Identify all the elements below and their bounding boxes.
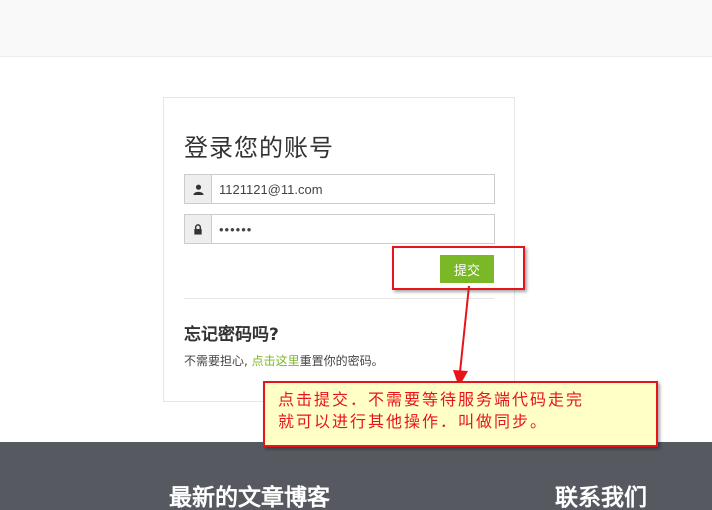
forgot-password-title: 忘记密码吗? bbox=[184, 325, 279, 345]
login-title: 登录您的账号 bbox=[184, 134, 334, 162]
divider bbox=[184, 298, 494, 299]
annotation-highlight-box bbox=[392, 246, 525, 290]
annotation-callout: 点击提交．不需要等待服务端代码走完 就可以进行其他操作．叫做同步。 bbox=[263, 381, 658, 447]
top-header-band bbox=[0, 0, 712, 57]
lock-icon bbox=[185, 215, 212, 243]
email-input[interactable]: 1121121@11.com bbox=[212, 175, 494, 203]
password-input-group[interactable]: •••••• bbox=[184, 214, 495, 244]
forgot-text-before: 不需要担心, bbox=[184, 354, 252, 368]
footer-latest-articles-title: 最新的文章博客 bbox=[169, 485, 330, 510]
user-icon bbox=[185, 175, 212, 203]
reset-password-link[interactable]: 点击这里 bbox=[252, 354, 300, 368]
footer-contact-title: 联系我们 bbox=[555, 485, 647, 510]
annotation-line-1: 点击提交．不需要等待服务端代码走完 bbox=[278, 390, 585, 409]
email-input-group[interactable]: 1121121@11.com bbox=[184, 174, 495, 204]
annotation-line-2: 就可以进行其他操作．叫做同步。 bbox=[278, 412, 549, 431]
forgot-text-after: 重置你的密码。 bbox=[299, 354, 384, 368]
password-input[interactable]: •••••• bbox=[212, 215, 494, 243]
forgot-password-text: 不需要担心, 点击这里重置你的密码。 bbox=[184, 352, 384, 369]
